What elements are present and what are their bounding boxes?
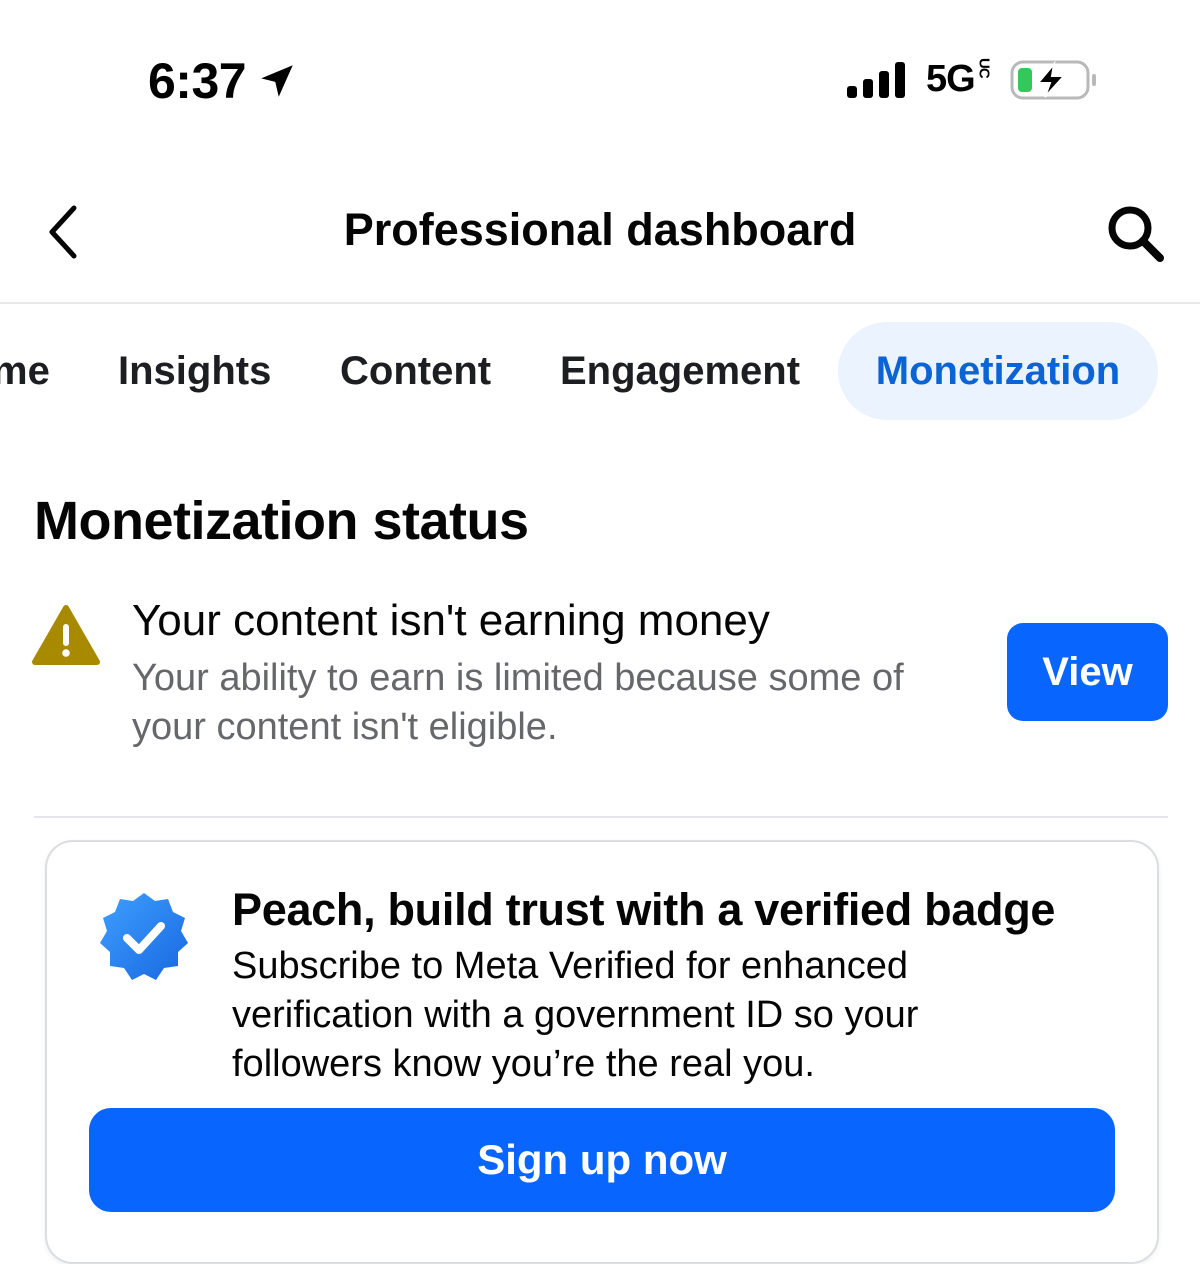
network-type: 5G [926, 58, 976, 100]
tab-engagement[interactable]: Engagement [560, 322, 800, 420]
promo-title: Peach, build trust with a verified badge [232, 884, 1056, 935]
status-description: Your ability to earn is limited because … [132, 657, 904, 748]
battery-charging-icon [1010, 60, 1096, 100]
promo-description: Subscribe to Meta Verified for enhanced … [232, 945, 919, 1085]
search-icon[interactable] [1104, 202, 1166, 264]
verified-badge-icon [100, 893, 188, 980]
page-title: Professional dashboard [343, 204, 857, 255]
warning-triangle-icon [32, 605, 100, 665]
tab-home[interactable]: me [0, 322, 50, 420]
section-title: Monetization status [34, 491, 529, 551]
clock: 6:37 [148, 52, 298, 110]
status-time: 6:37 [148, 53, 247, 109]
network-indicator: 5GUC [926, 58, 993, 101]
status-bar: 6:37 5GUC [0, 0, 1200, 160]
divider [34, 816, 1168, 818]
location-arrow-icon [261, 65, 293, 97]
tab-content[interactable]: Content [340, 322, 491, 420]
tab-insights[interactable]: Insights [118, 322, 271, 420]
verified-promo-card: Peach, build trust with a verified badge… [45, 840, 1159, 1264]
network-suffix: UC [975, 58, 993, 78]
tab-monetization[interactable]: Monetization [838, 322, 1158, 420]
dashboard-tabs: me Insights Content Engagement Monetizat… [0, 322, 1200, 422]
view-button[interactable]: View [1007, 623, 1168, 721]
signal-icon [847, 62, 905, 98]
nav-header: Professional dashboard [0, 160, 1200, 304]
status-headline: Your content isn't earning money [132, 596, 770, 645]
sign-up-button[interactable]: Sign up now [89, 1108, 1115, 1212]
